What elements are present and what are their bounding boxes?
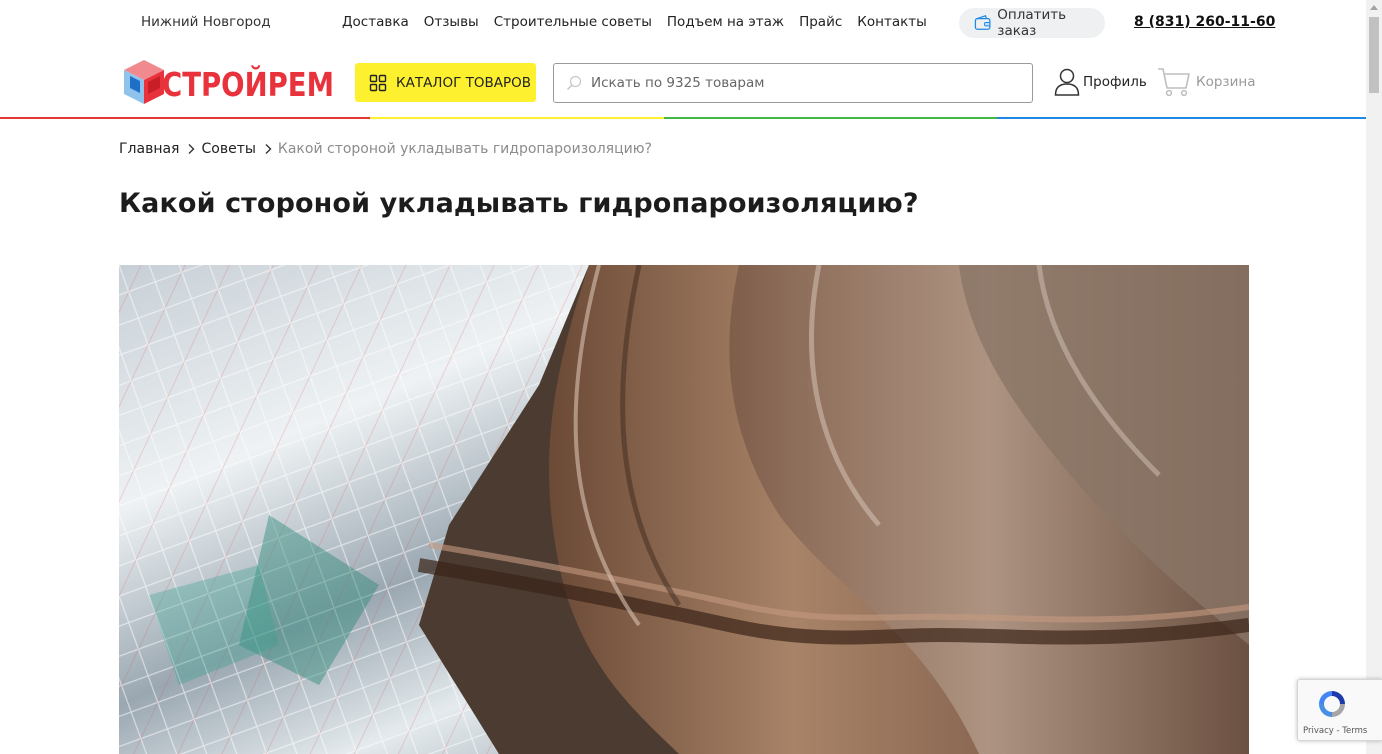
cart-label: Корзина <box>1196 74 1256 90</box>
wallet-icon <box>974 15 991 30</box>
recaptcha-links[interactable]: Privacy - Terms <box>1303 726 1367 736</box>
chevron-right-icon <box>188 144 195 154</box>
nav-price-list[interactable]: Прайс <box>799 14 842 30</box>
scroll-up-arrow-icon[interactable] <box>1370 5 1378 10</box>
search-input[interactable] <box>589 74 1013 92</box>
site-logo[interactable]: СТРОЙРЕМ <box>122 58 336 106</box>
logo-cube-icon <box>124 60 164 104</box>
scrollbar-thumb[interactable] <box>1369 17 1379 93</box>
phone-link[interactable]: 8 (831) 260-11-60 <box>1134 14 1275 30</box>
nav-building-tips[interactable]: Строительные советы <box>494 14 652 30</box>
profile-label: Профиль <box>1083 74 1147 90</box>
recaptcha-icon <box>1319 691 1345 717</box>
top-bar: Нижний Новгород Доставка Отзывы Строител… <box>0 0 1366 46</box>
breadcrumb-current: Какой стороной укладывать гидропароизоля… <box>277 141 652 157</box>
chevron-right-icon <box>265 144 272 154</box>
search-box <box>553 63 1033 103</box>
page-title: Какой стороной укладывать гидропароизоля… <box>119 188 919 219</box>
city-selector[interactable]: Нижний Новгород <box>141 14 271 30</box>
pay-order-button[interactable]: Оплатить заказ <box>959 7 1105 39</box>
logo-text: СТРОЙРЕМ <box>162 64 334 104</box>
nav-reviews[interactable]: Отзывы <box>424 14 479 30</box>
header-color-stripe <box>0 117 1366 119</box>
breadcrumb-tips[interactable]: Советы <box>201 141 255 157</box>
catalog-label: КАТАЛОГ ТОВАРОВ <box>396 74 531 91</box>
top-nav: Доставка Отзывы Строительные советы Подъ… <box>342 14 927 30</box>
nav-floor-lifting[interactable]: Подъем на этаж <box>667 14 784 30</box>
breadcrumb: Главная Советы Какой стороной укладывать… <box>119 141 652 157</box>
cart-icon <box>1158 68 1190 97</box>
search-icon <box>566 75 582 91</box>
hero-image <box>119 265 1249 754</box>
nav-delivery[interactable]: Доставка <box>342 14 409 30</box>
profile-link[interactable]: Профиль <box>1054 68 1147 96</box>
pay-order-label: Оплатить заказ <box>997 7 1067 39</box>
page-scrollbar[interactable] <box>1366 0 1382 754</box>
grid-icon <box>369 74 387 91</box>
user-icon <box>1054 68 1080 96</box>
breadcrumb-home[interactable]: Главная <box>119 141 179 157</box>
recaptcha-badge[interactable]: Privacy - Terms <box>1297 679 1382 741</box>
cart-link[interactable]: Корзина <box>1157 66 1255 98</box>
catalog-button[interactable]: КАТАЛОГ ТОВАРОВ <box>355 63 536 102</box>
nav-contacts[interactable]: Контакты <box>857 14 926 30</box>
